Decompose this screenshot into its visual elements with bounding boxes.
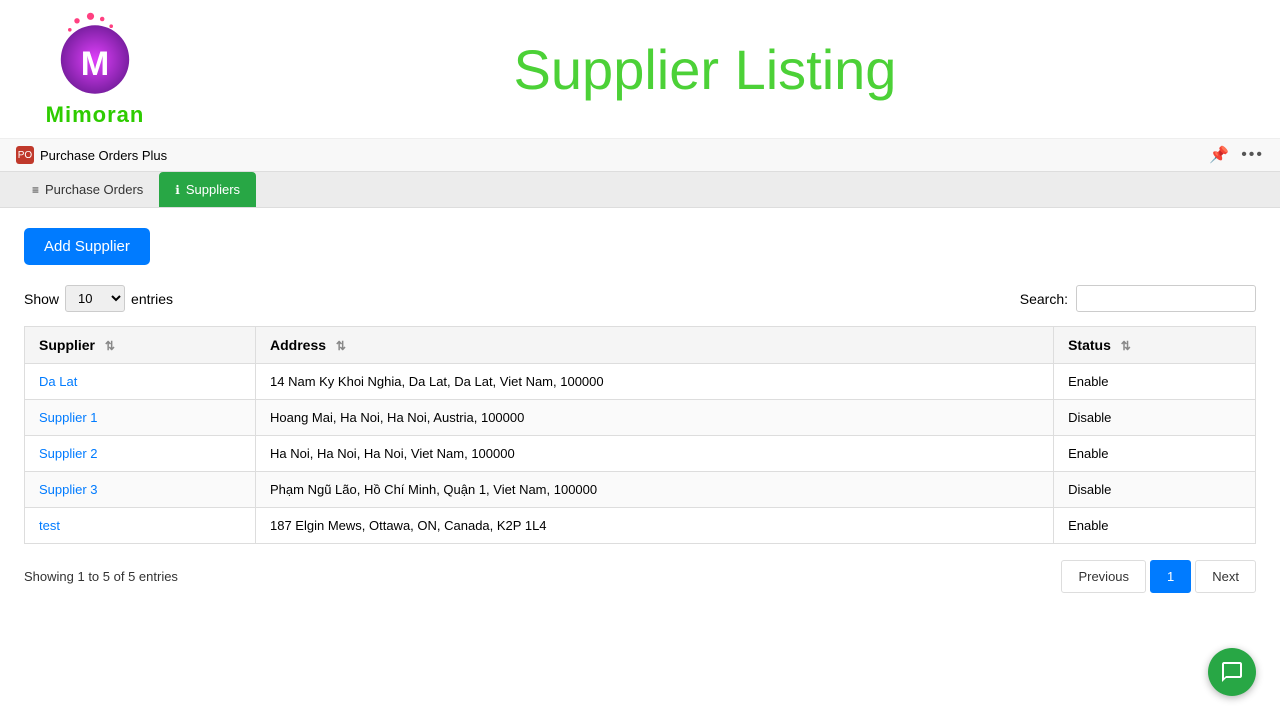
search-label: Search:	[1020, 291, 1068, 307]
cell-status: Enable	[1054, 364, 1256, 400]
more-icon[interactable]: •••	[1241, 146, 1264, 164]
pin-icon[interactable]: 📌	[1209, 145, 1229, 165]
nav-tabs: ≡ Purchase Orders ℹ Suppliers	[0, 172, 1280, 208]
table-header: Supplier ⇅ Address ⇅ Status ⇅	[25, 327, 1256, 364]
suppliers-icon: ℹ	[175, 183, 180, 197]
cell-supplier: test	[25, 508, 256, 544]
col-status[interactable]: Status ⇅	[1054, 327, 1256, 364]
tab-purchase-orders[interactable]: ≡ Purchase Orders	[16, 172, 159, 207]
col-address-label: Address	[270, 337, 326, 353]
app-bar: PO Purchase Orders Plus 📌 •••	[0, 139, 1280, 172]
sort-supplier-icon: ⇅	[105, 339, 115, 353]
col-supplier[interactable]: Supplier ⇅	[25, 327, 256, 364]
add-supplier-button[interactable]: Add Supplier	[24, 228, 150, 265]
cell-address: 14 Nam Ky Khoi Nghia, Da Lat, Da Lat, Vi…	[256, 364, 1054, 400]
entries-select[interactable]: 10 25 50 100	[65, 285, 125, 312]
pagination-info: Showing 1 to 5 of 5 entries	[24, 569, 178, 584]
previous-button[interactable]: Previous	[1061, 560, 1146, 593]
svg-text:M: M	[81, 45, 109, 83]
cell-address: Ha Noi, Ha Noi, Ha Noi, Viet Nam, 100000	[256, 436, 1054, 472]
cell-status: Disable	[1054, 472, 1256, 508]
sort-status-icon: ⇅	[1121, 339, 1131, 353]
supplier-link[interactable]: Supplier 3	[39, 482, 98, 497]
tab-suppliers[interactable]: ℹ Suppliers	[159, 172, 256, 207]
next-button[interactable]: Next	[1195, 560, 1256, 593]
pagination-buttons: Previous 1 Next	[1061, 560, 1256, 593]
page-1-button[interactable]: 1	[1150, 560, 1191, 593]
table-row: Supplier 1 Hoang Mai, Ha Noi, Ha Noi, Au…	[25, 400, 1256, 436]
chat-icon	[1220, 660, 1244, 684]
table-row: Supplier 2 Ha Noi, Ha Noi, Ha Noi, Viet …	[25, 436, 1256, 472]
supplier-link[interactable]: test	[39, 518, 60, 533]
controls-row: Show 10 25 50 100 entries Search:	[24, 285, 1256, 312]
entries-label: entries	[131, 291, 173, 307]
cell-supplier: Supplier 3	[25, 472, 256, 508]
sort-address-icon: ⇅	[336, 339, 346, 353]
supplier-link[interactable]: Supplier 2	[39, 446, 98, 461]
table-row: Supplier 3 Phạm Ngũ Lão, Hồ Chí Minh, Qu…	[25, 472, 1256, 508]
tab-suppliers-label: Suppliers	[186, 182, 240, 197]
content: Add Supplier Show 10 25 50 100 entries S…	[0, 208, 1280, 613]
supplier-link[interactable]: Da Lat	[39, 374, 77, 389]
app-bar-right: 📌 •••	[1209, 145, 1264, 165]
header: M Mimoran Supplier Listing	[0, 0, 1280, 139]
supplier-link[interactable]: Supplier 1	[39, 410, 98, 425]
app-bar-title: Purchase Orders Plus	[40, 148, 167, 163]
table-row: test 187 Elgin Mews, Ottawa, ON, Canada,…	[25, 508, 1256, 544]
app-bar-left: PO Purchase Orders Plus	[16, 146, 167, 164]
cell-status: Enable	[1054, 436, 1256, 472]
search-box: Search:	[1020, 285, 1256, 312]
logo-area: M Mimoran	[30, 10, 160, 128]
chat-bubble[interactable]	[1208, 648, 1256, 696]
cell-status: Disable	[1054, 400, 1256, 436]
tab-purchase-orders-label: Purchase Orders	[45, 182, 143, 197]
col-status-label: Status	[1068, 337, 1111, 353]
cell-status: Enable	[1054, 508, 1256, 544]
cell-supplier: Supplier 1	[25, 400, 256, 436]
table-row: Da Lat 14 Nam Ky Khoi Nghia, Da Lat, Da …	[25, 364, 1256, 400]
logo-image: M	[50, 10, 140, 100]
table-body: Da Lat 14 Nam Ky Khoi Nghia, Da Lat, Da …	[25, 364, 1256, 544]
cell-supplier: Da Lat	[25, 364, 256, 400]
logo-brand-text: Mimoran	[46, 102, 145, 128]
show-entries: Show 10 25 50 100 entries	[24, 285, 173, 312]
show-label: Show	[24, 291, 59, 307]
pagination-row: Showing 1 to 5 of 5 entries Previous 1 N…	[24, 560, 1256, 593]
page-title: Supplier Listing	[160, 37, 1250, 102]
purchase-orders-icon: ≡	[32, 183, 39, 197]
suppliers-table: Supplier ⇅ Address ⇅ Status ⇅ Da Lat 14 …	[24, 326, 1256, 544]
cell-address: Phạm Ngũ Lão, Hồ Chí Minh, Quận 1, Viet …	[256, 472, 1054, 508]
col-address[interactable]: Address ⇅	[256, 327, 1054, 364]
cell-address: Hoang Mai, Ha Noi, Ha Noi, Austria, 1000…	[256, 400, 1054, 436]
cell-address: 187 Elgin Mews, Ottawa, ON, Canada, K2P …	[256, 508, 1054, 544]
search-input[interactable]	[1076, 285, 1256, 312]
cell-supplier: Supplier 2	[25, 436, 256, 472]
app-bar-icon: PO	[16, 146, 34, 164]
col-supplier-label: Supplier	[39, 337, 95, 353]
